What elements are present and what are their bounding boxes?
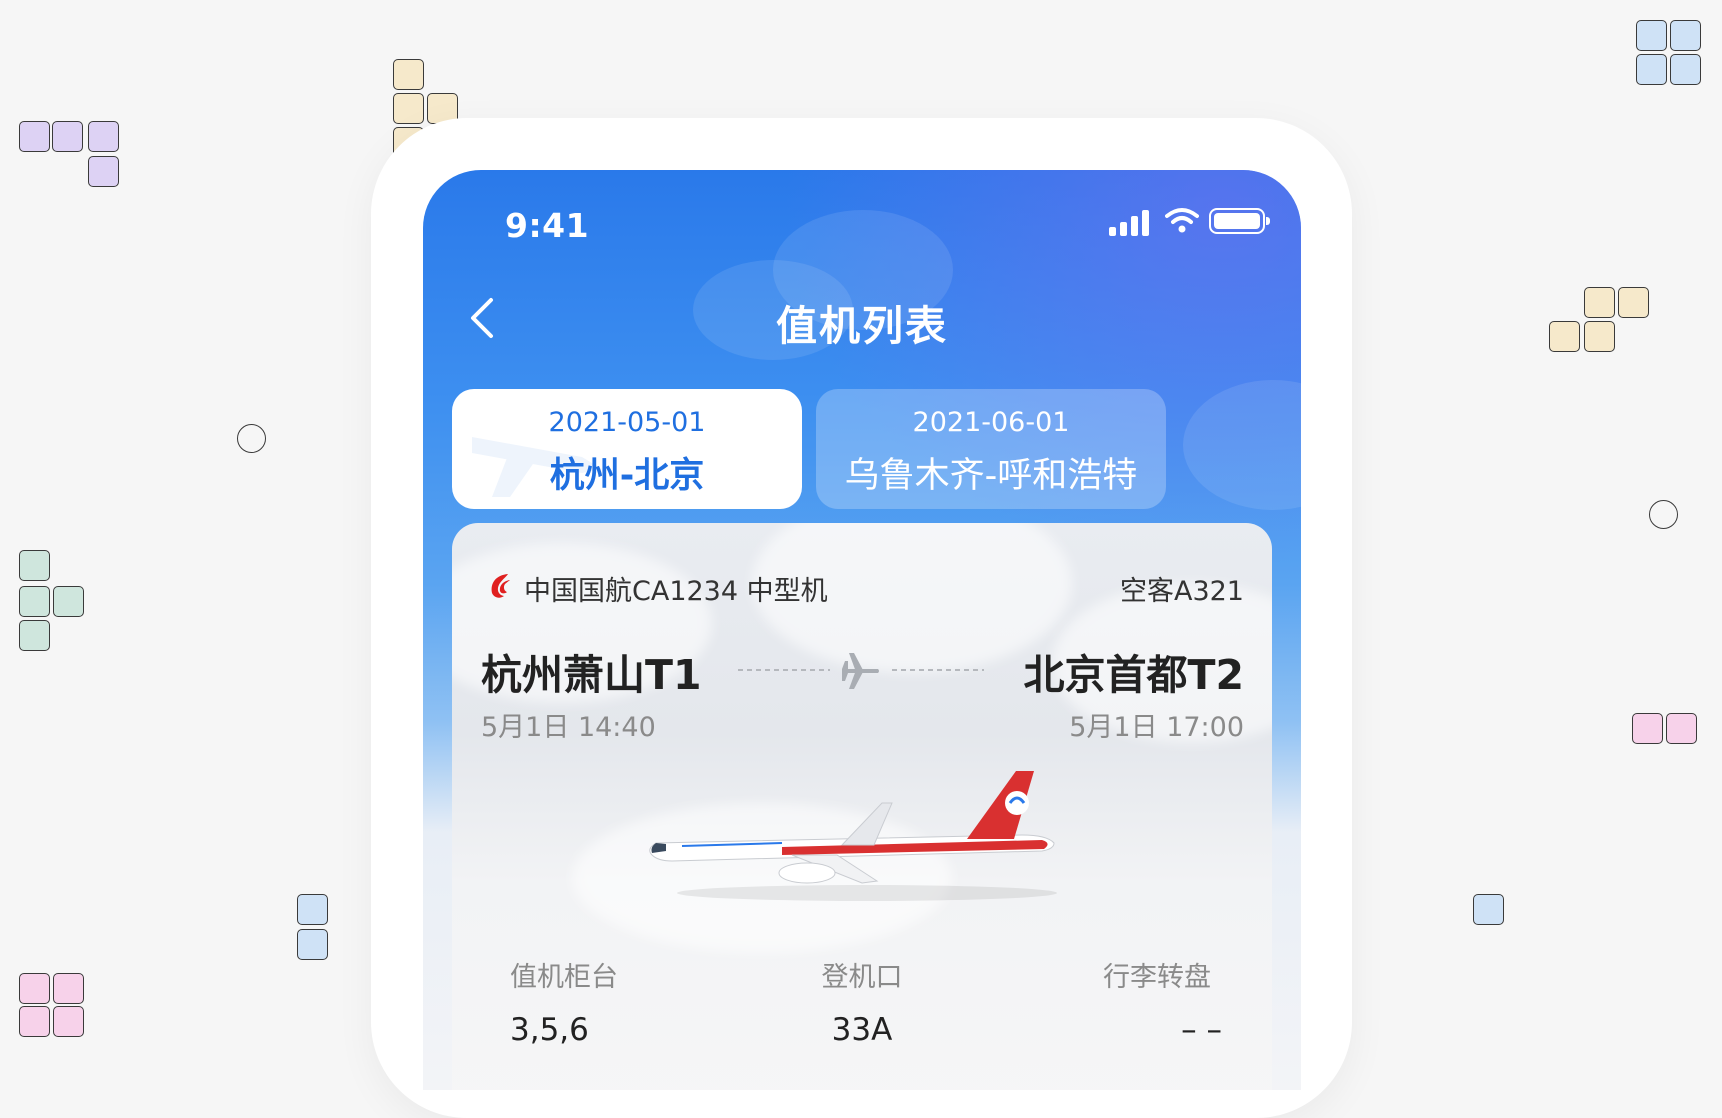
info-checkin-counter: 值机柜台 3,5,6 [510,955,618,1048]
airline-name: 中国国航CA1234 中型机 [524,576,828,607]
aircraft-type: 空客A321 [1119,576,1244,607]
decor-circle-left [237,424,266,453]
info-value: – – [1181,1012,1222,1048]
tab-flight-1[interactable]: 2021-05-01 杭州-北京 [452,389,802,509]
air-china-logo-icon [491,574,510,598]
arrival-time: 5月1日 17:00 [1069,712,1244,743]
info-baggage-carousel: 行李转盘 – – [1092,955,1222,1048]
airliner-illustration [649,771,1057,901]
tab-date: 2021-05-01 [548,407,706,438]
arrival-airport: 北京首都T2 [1023,651,1245,699]
signal-icon [1109,210,1153,236]
info-label: 行李转盘 [1103,962,1211,993]
tab-date: 2021-06-01 [912,407,1070,438]
info-label: 登机口 [821,962,903,993]
departure-airport: 杭州萧山T1 [481,651,702,699]
airline-row: 中国国航CA1234 中型机 空客A321 [486,567,1244,607]
status-time: 9:41 [505,206,590,245]
tab-route: 杭州-北京 [549,456,705,496]
decor-circle-right [1649,500,1678,529]
phone-screen: 9:41 值机列表 2021-05-01 杭州-北京 2021-06-01 乌鲁… [423,170,1301,1090]
info-boarding-gate: 登机口 33A [802,955,922,1048]
wifi-icon [1165,208,1199,233]
tab-route: 乌鲁木齐-呼和浩特 [844,456,1138,496]
flight-card[interactable]: 中国国航CA1234 中型机 空客A321 杭州萧山T1 北京首都T2 5月1日… [452,523,1272,1090]
battery-icon [1209,208,1270,234]
info-value: 3,5,6 [510,1012,589,1048]
info-label: 值机柜台 [510,962,618,993]
page-title: 值机列表 [776,302,948,350]
tab-flight-2[interactable]: 2021-06-01 乌鲁木齐-呼和浩特 [816,389,1166,509]
departure-time: 5月1日 14:40 [481,712,656,743]
info-value: 33A [831,1012,893,1048]
airplane-icon [842,653,879,689]
